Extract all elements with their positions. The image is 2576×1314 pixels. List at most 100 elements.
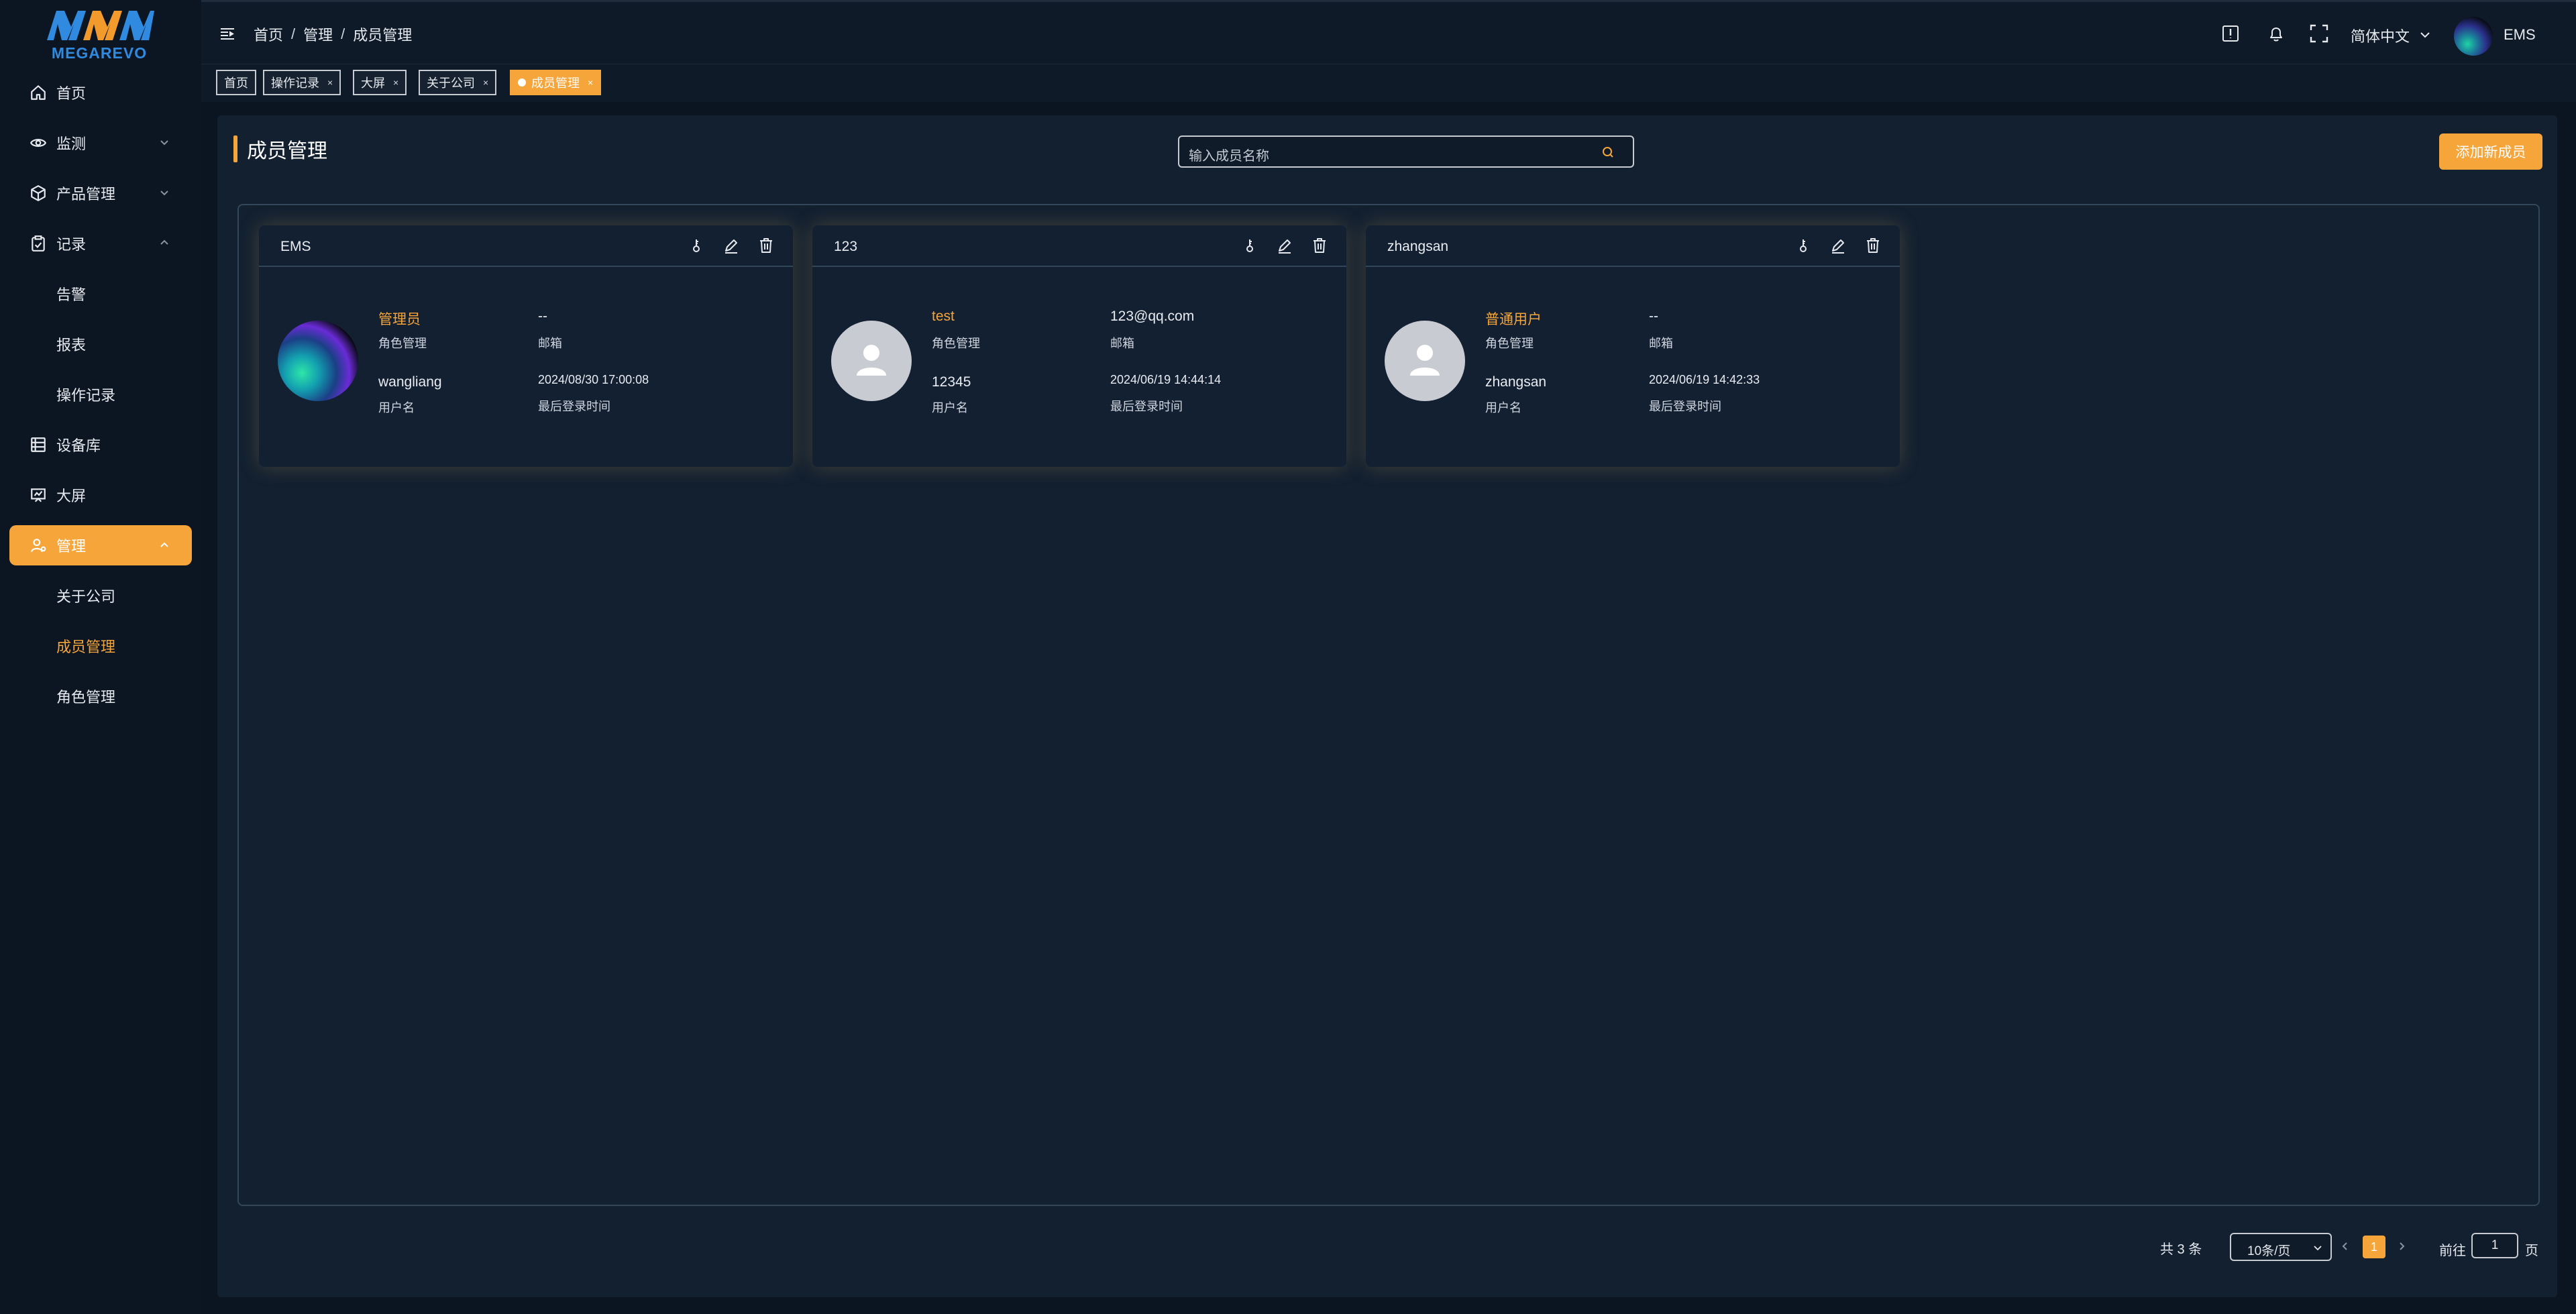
tab-member-management[interactable]: 成员管理 ×	[510, 70, 602, 95]
goto-label: 前往	[2439, 1244, 2466, 1258]
bell-icon[interactable]	[2266, 23, 2286, 44]
total-count: 共 3 条	[2160, 1242, 2202, 1257]
sidebar-item-alarms[interactable]: 告警	[0, 268, 201, 319]
sidebar-item-member-management[interactable]: 成员管理	[0, 620, 201, 671]
close-icon[interactable]: ×	[327, 77, 333, 88]
sidebar-item-label: 首页	[56, 85, 87, 102]
sidebar-item-label: 记录	[56, 235, 87, 253]
email-label: 邮箱	[1649, 337, 1673, 350]
username-label: 用户名	[378, 401, 415, 415]
sidebar-item-management[interactable]: 管理	[9, 525, 192, 565]
tab-label: 首页	[224, 76, 248, 90]
sidebar-item-reports[interactable]: 报表	[0, 319, 201, 369]
pagination: 共 3 条 10条/页 1 前往 1 页	[217, 1231, 2557, 1262]
close-icon[interactable]: ×	[393, 77, 398, 88]
tab-operation-log[interactable]: 操作记录 ×	[263, 70, 341, 95]
close-icon[interactable]: ×	[588, 77, 593, 88]
sidebar-item-home[interactable]: 首页	[0, 67, 201, 117]
goto-page-input[interactable]: 1	[2471, 1233, 2518, 1258]
member-role: 普通用户	[1485, 312, 1542, 327]
chevron-right-icon[interactable]	[2396, 1241, 2407, 1252]
role-label: 角色管理	[932, 337, 980, 350]
chevron-up-icon	[160, 239, 168, 245]
member-card: zhangsan 普通用户 角色管理 -- 邮箱 zhangsan 用户名 20…	[1366, 225, 1900, 467]
main-panel: 成员管理 输入成员名称 添加新成员 EMS 管理员 角色管理 -- 邮箱 wan…	[217, 115, 2557, 1297]
username-label: 用户名	[1485, 401, 1521, 415]
breadcrumb-item[interactable]: 管理	[303, 23, 333, 45]
user-name[interactable]: EMS	[2504, 26, 2536, 44]
key-icon[interactable]	[1240, 236, 1259, 255]
chevron-down-icon[interactable]	[2419, 29, 2431, 41]
sidebar-item-role-management[interactable]: 角色管理	[0, 671, 201, 721]
search-input[interactable]: 输入成员名称	[1178, 135, 1634, 168]
tab-about-company[interactable]: 关于公司 ×	[419, 70, 497, 95]
sidebar-item-device-library[interactable]: 设备库	[0, 419, 201, 470]
fullscreen-icon[interactable]	[2309, 23, 2329, 44]
sidebar-item-label: 设备库	[56, 437, 101, 454]
menu-toggle-icon[interactable]	[219, 25, 236, 43]
member-last-login: 2024/08/30 17:00:08	[538, 373, 649, 386]
goto-suffix: 页	[2525, 1244, 2538, 1258]
sidebar-item-monitor[interactable]: 监测	[0, 117, 201, 168]
delete-icon[interactable]	[1864, 236, 1882, 255]
delete-icon[interactable]	[757, 236, 775, 255]
search-icon[interactable]	[1601, 145, 1615, 160]
clipboard-icon	[32, 235, 45, 252]
add-member-button[interactable]: 添加新成员	[2439, 133, 2542, 170]
card-title: 123	[834, 239, 858, 254]
database-icon	[31, 437, 46, 452]
chevron-left-icon[interactable]	[2340, 1241, 2351, 1252]
user-avatar[interactable]	[2454, 17, 2493, 56]
edit-icon[interactable]	[722, 236, 741, 255]
sidebar-item-products[interactable]: 产品管理	[0, 168, 201, 218]
logo-mark-icon	[47, 11, 154, 40]
member-role: test	[932, 309, 955, 324]
member-username: zhangsan	[1485, 374, 1547, 390]
key-icon[interactable]	[1794, 236, 1813, 255]
member-username: wangliang	[378, 374, 442, 390]
tab-label: 大屏	[361, 76, 385, 90]
member-last-login: 2024/06/19 14:42:33	[1649, 373, 1760, 386]
edit-icon[interactable]	[1829, 236, 1847, 255]
sidebar-item-big-screen[interactable]: 大屏	[0, 470, 201, 520]
sidebar-item-label: 管理	[56, 538, 87, 555]
default-user-icon	[857, 345, 886, 376]
card-actions	[1778, 236, 1882, 255]
tab-big-screen[interactable]: 大屏 ×	[353, 70, 407, 95]
card-header: EMS	[259, 225, 793, 267]
chevron-up-icon	[160, 542, 168, 547]
user-gear-icon	[31, 539, 46, 553]
sidebar-item-operation-log[interactable]: 操作记录	[0, 369, 201, 419]
close-icon[interactable]: ×	[483, 77, 488, 88]
delete-icon[interactable]	[1310, 236, 1329, 255]
key-icon[interactable]	[687, 236, 706, 255]
breadcrumb-separator: /	[291, 25, 296, 42]
role-label: 角色管理	[1485, 337, 1534, 350]
active-dot-icon	[518, 78, 526, 87]
member-avatar	[278, 321, 358, 401]
title-accent-bar	[233, 135, 237, 162]
edit-icon[interactable]	[1275, 236, 1294, 255]
sidebar: MEGAREVO 首页 监测 产品管理 记录 告警 报表 操作记录 设备库 大屏…	[0, 0, 201, 1314]
language-select[interactable]: 简体中文	[2351, 25, 2410, 46]
member-email: --	[1649, 309, 1658, 324]
page-number-current[interactable]: 1	[2363, 1236, 2385, 1258]
breadcrumb-item[interactable]: 首页	[254, 23, 283, 45]
book-icon[interactable]	[2220, 23, 2241, 44]
username-label: 用户名	[932, 401, 968, 415]
sidebar-item-label: 产品管理	[56, 185, 116, 203]
role-label: 角色管理	[378, 337, 427, 350]
email-label: 邮箱	[1110, 337, 1134, 350]
tab-label: 操作记录	[271, 76, 319, 90]
sidebar-item-label: 告警	[56, 286, 87, 303]
page-title: 成员管理	[247, 140, 327, 162]
member-email: 123@qq.com	[1110, 309, 1195, 324]
sidebar-item-records[interactable]: 记录	[0, 218, 201, 268]
page-size-select[interactable]: 10条/页	[2230, 1233, 2332, 1261]
chevron-down-icon	[160, 190, 168, 196]
breadcrumb-item: 成员管理	[353, 27, 413, 44]
tabs-bar: 首页 操作记录 × 大屏 × 关于公司 × 成员管理 ×	[201, 64, 2576, 102]
tab-home[interactable]: 首页	[216, 70, 256, 95]
member-avatar	[1385, 321, 1465, 401]
sidebar-item-about-company[interactable]: 关于公司	[0, 570, 201, 620]
